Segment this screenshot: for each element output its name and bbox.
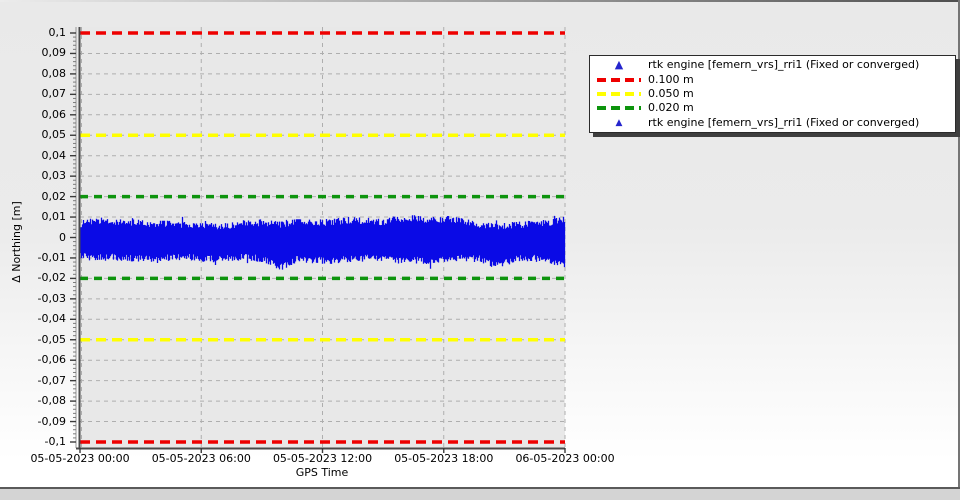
x-tick-label: 05-05-2023 06:00 xyxy=(151,452,251,465)
legend-label: 0.050 m xyxy=(648,87,694,101)
y-tick-label: 0,08 xyxy=(41,66,67,80)
legend-item[interactable]: ▲ rtk engine [femern_vrs]_rri1 (Fixed or … xyxy=(590,116,955,130)
legend-item[interactable]: 0.100 m xyxy=(590,72,955,86)
y-tick-label: -0,04 xyxy=(37,312,66,326)
x-tick-label: 05-05-2023 00:00 xyxy=(30,452,130,465)
legend-marker: ▲ xyxy=(590,118,648,128)
legend-marker xyxy=(590,92,648,97)
legend-item[interactable]: 0.050 m xyxy=(590,87,955,101)
legend-label: 0.100 m xyxy=(648,72,694,86)
dashed-line-marker-icon xyxy=(597,106,641,111)
chart-window: 0,1 0,09 0,08 0,07 0,06 0,05 0,04 0,03 0,02 0,01 0… xyxy=(0,0,960,500)
x-tick-label: 05-05-2023 18:00 xyxy=(394,452,494,465)
y-axis-title: Δ Northing [m] xyxy=(10,201,23,283)
legend-label: 0.020 m xyxy=(648,101,694,115)
y-tick-label: 0,05 xyxy=(41,128,67,142)
triangle-marker-icon: ▲ xyxy=(615,117,623,128)
legend-item[interactable]: ▲ rtk engine [femern_vrs]_rri1 (Fixed or … xyxy=(590,58,955,72)
y-tick-label: -0,09 xyxy=(37,414,66,428)
y-tick-label: 0,04 xyxy=(41,148,67,162)
legend-label: rtk engine [femern_vrs]_rri1 (Fixed or c… xyxy=(648,115,920,129)
y-tick-label: 0,03 xyxy=(41,169,67,183)
legend-marker xyxy=(590,106,648,111)
y-tick-label: -0,1 xyxy=(44,435,66,448)
y-tick-label: 0,1 xyxy=(48,26,67,39)
y-tick-label: -0,07 xyxy=(37,373,66,387)
triangle-marker-icon: ▲ xyxy=(614,58,624,72)
y-tick-label: -0,06 xyxy=(37,353,66,367)
dashed-line-marker-icon xyxy=(597,92,641,97)
legend-marker xyxy=(590,77,648,82)
y-tick-label: -0,08 xyxy=(37,394,66,408)
legend-label: rtk engine [femern_vrs]_rri1 (Fixed or c… xyxy=(648,58,920,72)
x-tick-label: 06-05-2023 00:00 xyxy=(515,452,615,465)
x-axis-title: GPS Time xyxy=(295,466,349,479)
y-tick-label: 0,06 xyxy=(41,107,67,121)
legend-marker: ▲ xyxy=(590,58,648,72)
legend-item[interactable]: 0.020 m xyxy=(590,101,955,115)
dashed-line-marker-icon xyxy=(597,77,641,82)
y-tick-label: 0,07 xyxy=(41,87,67,101)
y-tick-label: -0,05 xyxy=(37,332,66,346)
x-tick-label: 05-05-2023 12:00 xyxy=(272,452,373,465)
y-tick-label: 0,09 xyxy=(41,46,67,60)
legend-box: ▲ rtk engine [femern_vrs]_rri1 (Fixed or … xyxy=(589,55,956,133)
